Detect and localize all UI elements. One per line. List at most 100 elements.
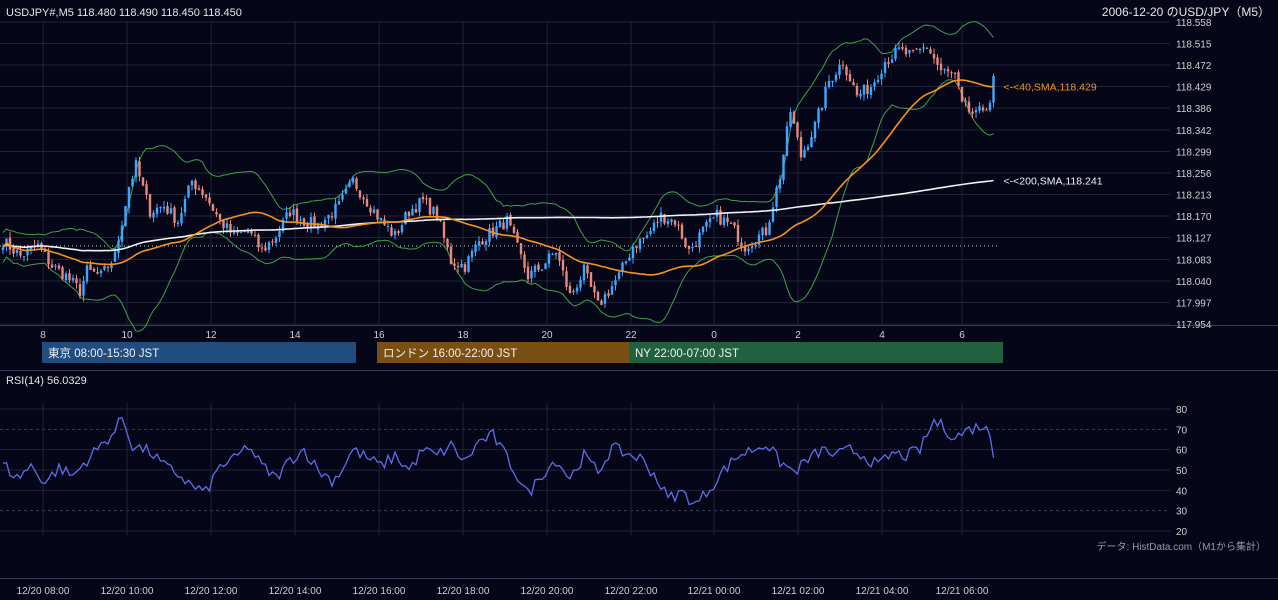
candle-body	[554, 252, 558, 255]
candle-body	[292, 209, 295, 215]
rsi-tick-label: 50	[1176, 466, 1188, 477]
sma-40-label: <-<40,SMA,118.429	[1004, 82, 1097, 94]
candle-body	[859, 93, 862, 97]
candle-body	[831, 80, 834, 83]
candle-body	[670, 219, 673, 223]
rsi-tick-label: 30	[1176, 507, 1188, 518]
candle-body	[358, 190, 362, 198]
candle-body	[264, 247, 267, 251]
candle-body	[558, 252, 561, 261]
candle-body	[740, 242, 743, 246]
candle-body	[652, 222, 656, 232]
candle-body	[344, 188, 348, 194]
candle-body	[54, 265, 57, 267]
price-tick-label: 118.386	[1176, 104, 1212, 115]
candle-body	[327, 214, 330, 219]
candle-body	[442, 222, 446, 238]
hour-tick-label: 2	[795, 330, 801, 341]
candle-body	[208, 197, 211, 204]
candle-body	[635, 245, 638, 248]
candle-body	[369, 207, 372, 213]
hour-tick-label: 8	[40, 330, 46, 341]
candle-body	[222, 220, 225, 229]
candle-body	[957, 72, 960, 87]
candle-body	[691, 246, 694, 248]
candle-body	[337, 201, 341, 205]
time-tick-label: 12/20 22:00	[605, 586, 658, 597]
candle-body	[873, 82, 876, 87]
candle-body	[215, 212, 218, 215]
hour-tick-label: 16	[373, 330, 385, 341]
candle-body	[974, 110, 978, 113]
candle-body	[8, 237, 12, 250]
candle-body	[239, 231, 243, 233]
candle-body	[365, 199, 369, 207]
candle-body	[1, 247, 5, 250]
candle-body	[155, 207, 159, 214]
candle-body	[211, 204, 215, 211]
candle-body	[631, 246, 635, 259]
candle-body	[50, 264, 54, 268]
candle-body	[904, 48, 908, 55]
candle-body	[162, 207, 166, 209]
candle-body	[666, 221, 670, 225]
candle-body	[649, 230, 652, 235]
candle-body	[866, 84, 869, 95]
candle-body	[841, 64, 845, 66]
candle-body	[684, 238, 687, 247]
price-tick-label: 117.954	[1176, 320, 1212, 331]
candle-body	[586, 265, 589, 274]
rsi-label: RSI(14) 56.0329	[6, 375, 87, 387]
candle-body	[547, 253, 551, 264]
candle-body	[372, 209, 376, 214]
candle-body	[92, 268, 96, 272]
candle-body	[838, 64, 841, 76]
candle-body	[918, 48, 922, 51]
candle-body	[978, 106, 981, 111]
candle-body	[421, 196, 425, 200]
candle-body	[834, 74, 838, 81]
price-tick-label: 118.515	[1176, 40, 1212, 51]
candle-body	[782, 154, 785, 181]
candle-body	[992, 76, 995, 103]
candle-body	[201, 189, 204, 196]
candle-body	[659, 212, 663, 222]
candle-body	[603, 294, 607, 304]
candle-body	[12, 248, 15, 254]
forex-chart: <-<40,SMA,118.429 <-<200,SMA,118.241 118.…	[0, 5, 1278, 597]
session-label: 東京 08:00-15:30 JST	[48, 346, 159, 360]
candle-body	[855, 85, 859, 96]
price-tick-label: 118.429	[1176, 83, 1212, 94]
candle-body	[386, 226, 390, 228]
candle-body	[138, 161, 141, 177]
candle-body	[950, 72, 953, 74]
candle-body	[463, 264, 467, 272]
hour-tick-label: 10	[121, 330, 133, 341]
candle-body	[820, 108, 824, 110]
candle-body	[376, 209, 379, 220]
candle-body	[624, 261, 628, 264]
candle-body	[78, 284, 82, 296]
candle-body	[628, 257, 631, 261]
candle-body	[827, 80, 831, 88]
candle-body	[302, 218, 306, 226]
candle-body	[803, 149, 806, 158]
candle-body	[932, 54, 936, 59]
price-tick-label: 118.213	[1176, 191, 1212, 202]
candle-body	[813, 122, 817, 139]
candle-body	[260, 247, 264, 249]
candle-body	[404, 212, 407, 225]
price-tick-label: 118.342	[1176, 126, 1212, 137]
candle-body	[792, 111, 796, 124]
candle-body	[890, 59, 894, 63]
hour-tick-label: 20	[541, 330, 553, 341]
candle-body	[498, 220, 502, 228]
candle-body	[257, 234, 260, 248]
time-axis: 12/20 08:00 12/20 10:00 12/20 12:00 12/20 1…	[17, 586, 989, 597]
candle-body	[330, 216, 334, 218]
candle-body	[449, 246, 453, 265]
candle-body	[719, 209, 722, 225]
candle-body	[789, 112, 792, 127]
hour-tick-label: 4	[879, 330, 885, 341]
date-title: 2006-12-20 のUSD/JPY（M5）	[1102, 5, 1270, 19]
